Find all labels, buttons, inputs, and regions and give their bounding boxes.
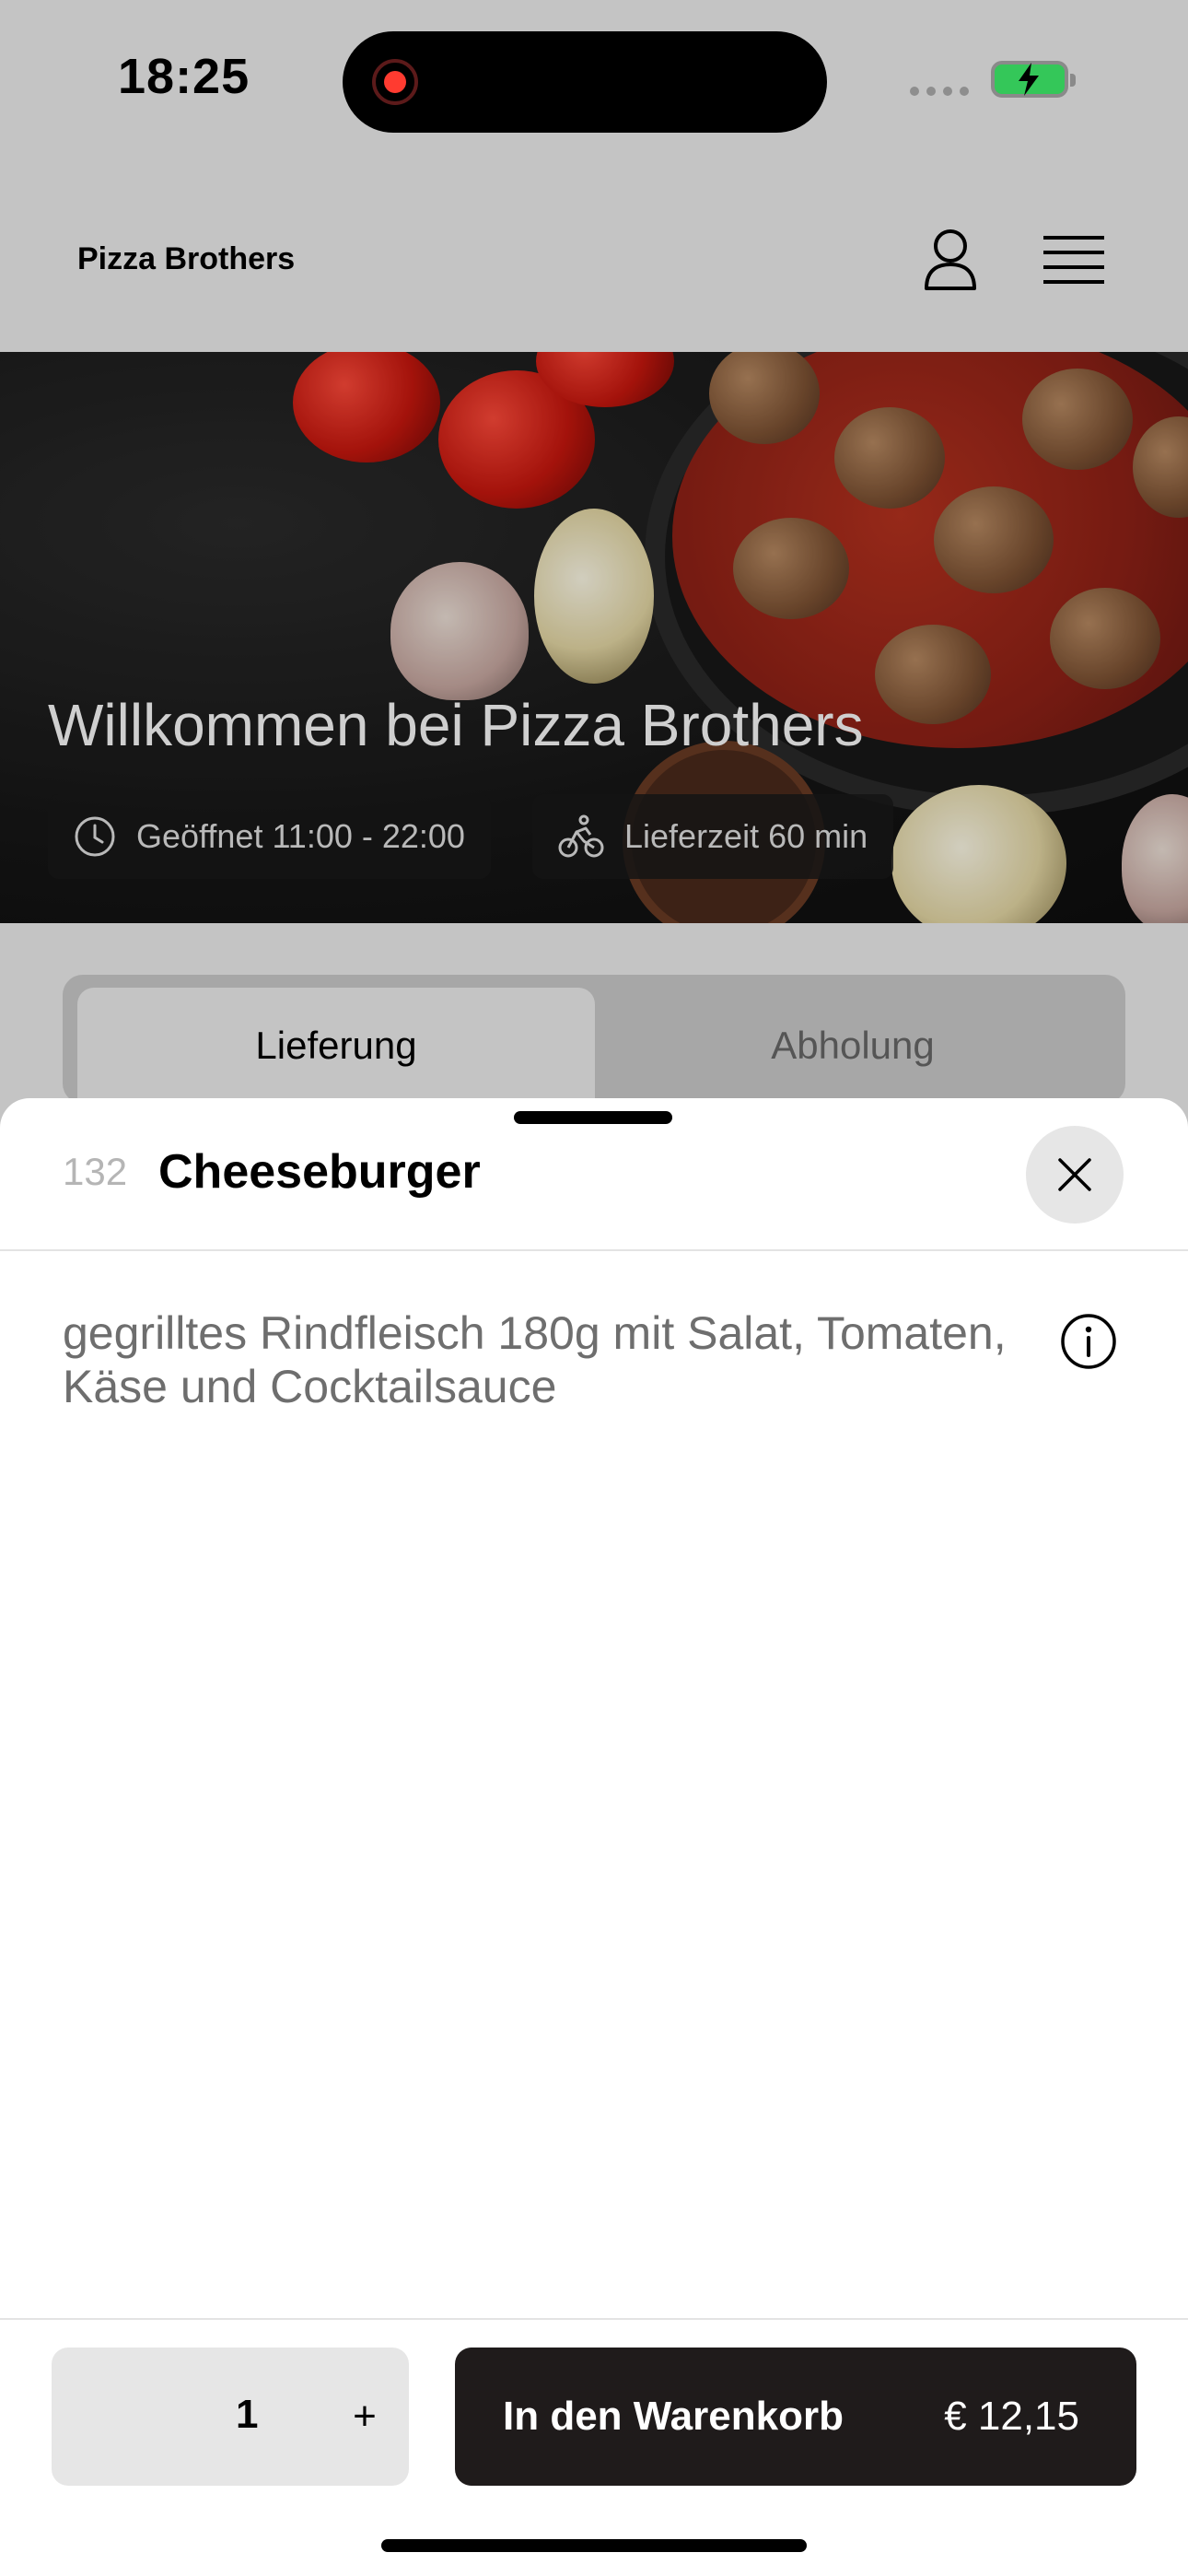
battery-charging-icon (991, 61, 1076, 98)
quantity-value: 1 (236, 2392, 259, 2437)
product-sheet: 132 Cheeseburger gegrilltes Rindfleisch … (0, 1098, 1188, 2576)
tab-delivery[interactable]: Lieferung (77, 988, 595, 1104)
record-icon (372, 59, 418, 105)
status-time: 18:25 (118, 49, 250, 104)
signal-icon (910, 87, 969, 96)
sheet-footer: 1 + In den Warenkorb € 12,15 (0, 2318, 1188, 2576)
home-indicator[interactable] (381, 2539, 807, 2552)
hero-banner: Willkommen bei Pizza Brothers Geöffnet 1… (0, 352, 1188, 923)
allergen-info-button[interactable] (1059, 1312, 1118, 1371)
tab-pickup[interactable]: Abholung (595, 988, 1111, 1104)
bicycle-icon (558, 814, 604, 858)
opening-hours-text: Geöffnet 11:00 - 22:00 (136, 817, 465, 855)
menu-button[interactable] (1035, 221, 1112, 299)
order-type-tabs: Lieferung Abholung (63, 975, 1125, 1104)
quantity-stepper: 1 + (52, 2348, 409, 2486)
sheet-divider (0, 1249, 1188, 1251)
close-button[interactable] (1026, 1126, 1124, 1224)
dynamic-island (343, 31, 827, 133)
add-to-cart-label: In den Warenkorb (503, 2394, 844, 2439)
opening-hours-badge: Geöffnet 11:00 - 22:00 (48, 794, 491, 879)
quantity-plus-button[interactable]: + (328, 2375, 402, 2458)
hero-title: Willkommen bei Pizza Brothers (48, 692, 864, 758)
sheet-grabber[interactable] (514, 1111, 672, 1124)
menu-icon (1043, 236, 1104, 284)
item-name: Cheeseburger (158, 1145, 481, 1199)
item-description: gegrilltes Rindfleisch 180g mit Salat, T… (63, 1307, 1007, 1412)
info-icon (1061, 1314, 1116, 1369)
brand-name[interactable]: Pizza Brothers (77, 241, 295, 277)
item-number: 132 (63, 1150, 128, 1193)
user-icon (925, 229, 976, 290)
account-button[interactable] (912, 221, 989, 299)
add-to-cart-button[interactable]: In den Warenkorb € 12,15 (455, 2348, 1136, 2486)
delivery-time-badge: Lieferzeit 60 min (532, 794, 894, 879)
delivery-time-text: Lieferzeit 60 min (624, 817, 868, 855)
app-header: Pizza Brothers (0, 166, 1188, 352)
status-bar: 18:25 (0, 0, 1188, 166)
close-icon (1058, 1158, 1091, 1191)
clock-icon (75, 816, 115, 857)
item-price: € 12,15 (944, 2394, 1079, 2439)
